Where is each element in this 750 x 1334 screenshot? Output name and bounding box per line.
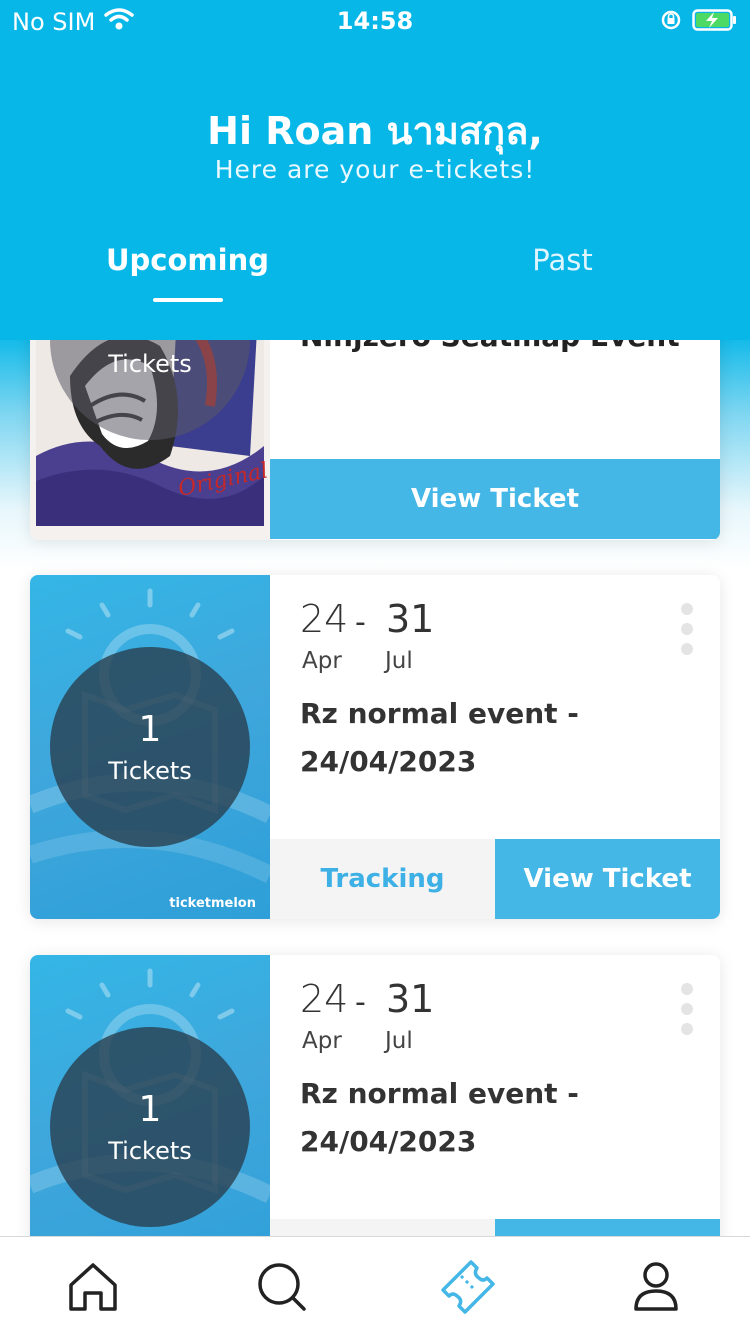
active-tab-indicator — [153, 298, 223, 302]
status-bar: No SIM 14:58 — [0, 0, 750, 44]
more-options-icon[interactable] — [676, 981, 698, 1037]
greeting: Hi Roan นามสกุล, — [207, 109, 543, 153]
event-image: 1 Tickets ticketmelon — [30, 575, 270, 919]
start-month: Apr — [302, 1028, 342, 1054]
end-day: 31 — [386, 977, 435, 1021]
event-title: Rz normal event - 24/04/2023 — [300, 1077, 579, 1158]
battery-icon — [692, 9, 736, 31]
start-day: 24 — [300, 597, 349, 641]
ticket-card[interactable]: 1 Tickets ticketmelon 24 - 31 Apr Jul Rz… — [30, 575, 720, 919]
profile-icon[interactable] — [626, 1257, 686, 1317]
search-icon[interactable] — [252, 1257, 312, 1317]
end-month: Jul — [385, 648, 413, 674]
ticket-count-label: Tickets — [108, 1137, 192, 1165]
bottom-navigation — [0, 1236, 750, 1334]
view-ticket-button[interactable]: View Ticket — [270, 459, 720, 539]
date-separator: - — [355, 985, 366, 1020]
tracking-button[interactable]: Tracking — [270, 839, 495, 919]
orientation-lock-icon — [661, 10, 681, 30]
ticket-count-badge: 1 Tickets — [50, 1027, 250, 1227]
event-title: Rz normal event - 24/04/2023 — [300, 697, 579, 778]
clock: 14:58 — [336, 7, 414, 35]
start-day: 24 — [300, 977, 349, 1021]
tab-upcoming[interactable]: Upcoming — [0, 243, 375, 277]
tab-past[interactable]: Past — [375, 243, 750, 277]
date-separator: - — [355, 605, 366, 640]
end-day: 31 — [386, 597, 435, 641]
end-month: Jul — [385, 1028, 413, 1054]
ticket-count-label: Tickets — [108, 350, 192, 378]
greeting-subtitle: Here are your e-tickets! — [214, 155, 536, 184]
ticket-count-badge: 1 Tickets — [50, 647, 250, 847]
ticket-count: 1 — [138, 709, 162, 750]
brand-watermark: ticketmelon — [169, 896, 256, 911]
header: No SIM 14:58 Hi Roan นามสกุล, Here are y… — [0, 0, 750, 340]
more-options-icon[interactable] — [676, 601, 698, 657]
ticket-count-label: Tickets — [108, 757, 192, 785]
view-ticket-button[interactable]: View Ticket — [495, 839, 720, 919]
home-icon[interactable] — [63, 1257, 123, 1317]
ticket-icon[interactable] — [438, 1257, 498, 1317]
start-month: Apr — [302, 648, 342, 674]
ticket-count: 1 — [138, 1089, 162, 1130]
